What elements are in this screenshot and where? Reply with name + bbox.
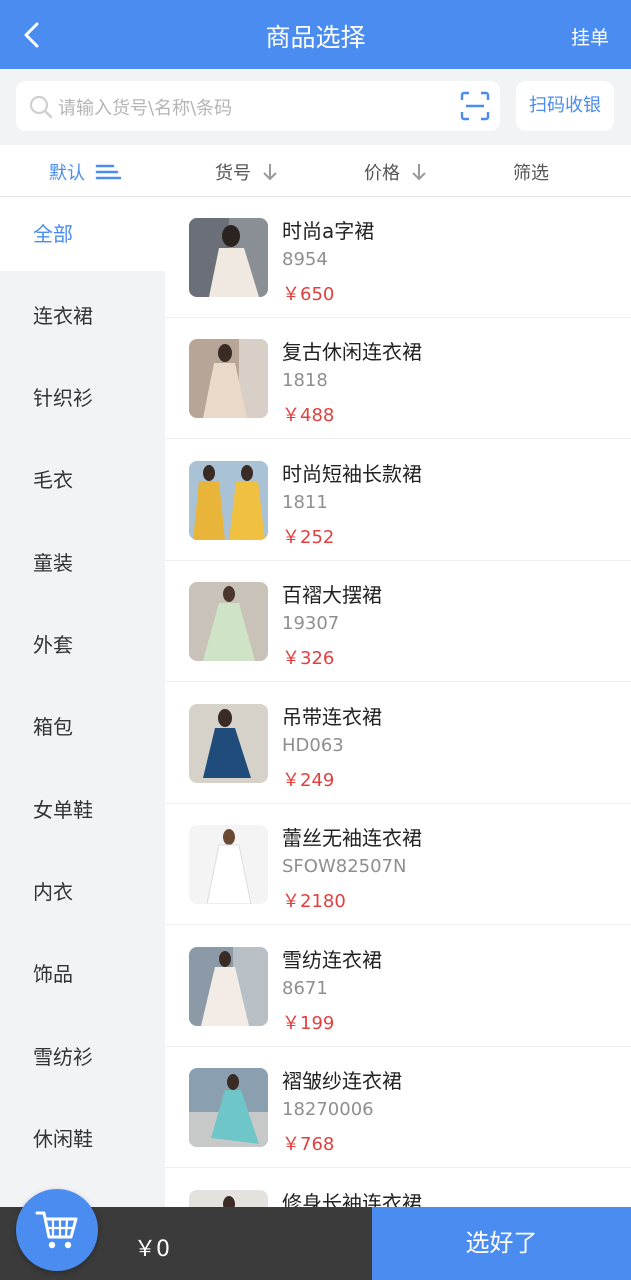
product-name: 雪纺连衣裙 (282, 948, 382, 972)
product-price: ￥326 (282, 648, 335, 669)
product-image (189, 218, 268, 297)
cart-button[interactable] (16, 1189, 98, 1271)
product-item[interactable]: 雪纺连衣裙 8671 ￥199 (165, 926, 631, 1047)
category-item[interactable]: 针织衫 (0, 361, 165, 435)
category-item[interactable]: 外套 (0, 608, 165, 682)
product-item[interactable]: 蕾丝无袖连衣裙 SFOW82507N ￥2180 (165, 804, 631, 925)
product-item[interactable]: 时尚短袖长款裙 1811 ￥252 (165, 440, 631, 561)
search-input[interactable]: 请输入货号\名称\条码 (16, 81, 500, 131)
category-item[interactable]: 童装 (0, 526, 165, 600)
product-code: HD063 (282, 735, 344, 756)
product-price: ￥249 (282, 770, 335, 791)
hold-order-button[interactable]: 挂单 (571, 23, 609, 50)
sort-price-label: 价格 (364, 163, 400, 184)
product-image (189, 461, 268, 540)
category-item[interactable]: 休闲鞋 (0, 1102, 165, 1176)
confirm-selection-button[interactable]: 选好了 (372, 1207, 631, 1280)
product-image (189, 825, 268, 904)
product-name: 时尚短袖长款裙 (282, 462, 422, 486)
product-code: 1811 (282, 492, 328, 513)
product-code: 19307 (282, 613, 340, 634)
product-item[interactable]: 褶皱纱连衣裙 18270006 ￥768 (165, 1047, 631, 1168)
app-header: 商品选择 挂单 (0, 0, 631, 69)
sort-by-price[interactable]: 价格 (364, 159, 428, 185)
product-name: 复古休闲连衣裙 (282, 340, 422, 364)
scan-checkout-button[interactable]: 扫码收银 (516, 81, 614, 131)
product-code: 8954 (282, 249, 328, 270)
category-item[interactable]: 毛衣 (0, 443, 165, 517)
sort-default[interactable]: 默认 (49, 159, 121, 185)
product-price: ￥768 (282, 1134, 335, 1155)
search-icon (29, 95, 53, 119)
product-item[interactable]: 修身长袖连衣裙 (165, 1169, 631, 1207)
product-image (189, 1068, 268, 1147)
category-item[interactable]: 全部 (0, 197, 165, 271)
category-item[interactable]: 连衣裙 (0, 279, 165, 353)
product-price: ￥252 (282, 527, 335, 548)
product-item[interactable]: 百褶大摆裙 19307 ￥326 (165, 561, 631, 682)
category-sidebar: 全部 连衣裙 针织衫 毛衣 童装 外套 箱包 女单鞋 内衣 饰品 雪纺衫 休闲鞋 (0, 197, 165, 1207)
arrow-down-icon (412, 164, 426, 181)
product-name: 蕾丝无袖连衣裙 (282, 826, 422, 850)
product-price: ￥488 (282, 405, 335, 426)
product-name: 吊带连衣裙 (282, 705, 382, 729)
product-image (189, 704, 268, 783)
product-name: 修身长袖连衣裙 (282, 1191, 422, 1207)
product-item[interactable]: 吊带连衣裙 HD063 ￥249 (165, 683, 631, 804)
product-code: 18270006 (282, 1099, 374, 1120)
product-item[interactable]: 时尚a字裙 8954 ￥650 (165, 197, 631, 318)
search-bar: 请输入货号\名称\条码 扫码收银 (0, 69, 631, 145)
arrow-down-icon (263, 164, 277, 181)
category-item[interactable]: 内衣 (0, 855, 165, 929)
product-image (189, 339, 268, 418)
category-item[interactable]: 女单鞋 (0, 773, 165, 847)
sort-lines-icon (95, 164, 121, 180)
category-item[interactable]: 箱包 (0, 690, 165, 764)
cart-icon (35, 1211, 78, 1249)
product-price: ￥2180 (282, 891, 346, 912)
scan-icon[interactable] (460, 91, 490, 121)
product-name: 时尚a字裙 (282, 219, 375, 243)
category-item[interactable]: 雪纺衫 (0, 1020, 165, 1094)
product-item[interactable]: 复古休闲连衣裙 1818 ￥488 (165, 318, 631, 439)
product-code: 8671 (282, 978, 328, 999)
product-price: ￥650 (282, 284, 335, 305)
search-placeholder: 请输入货号\名称\条码 (58, 98, 233, 119)
product-image (189, 582, 268, 661)
cart-total: ￥0 (134, 1237, 170, 1262)
sort-default-label: 默认 (49, 163, 85, 184)
product-name: 百褶大摆裙 (282, 583, 382, 607)
filter-button[interactable]: 筛选 (513, 159, 549, 185)
product-image (189, 947, 268, 1026)
product-name: 褶皱纱连衣裙 (282, 1069, 402, 1093)
category-item[interactable]: 饰品 (0, 937, 165, 1011)
sort-code-label: 货号 (215, 163, 251, 184)
filter-label: 筛选 (513, 163, 549, 184)
page-title: 商品选择 (265, 23, 366, 52)
product-price: ￥199 (282, 1013, 335, 1034)
sort-bar: 默认 货号 价格 筛选 (0, 145, 631, 197)
product-code: SFOW82507N (282, 856, 407, 877)
product-list: 时尚a字裙 8954 ￥650 复古休闲连衣裙 1818 ￥488 时尚短袖长款… (165, 197, 631, 1207)
product-code: 1818 (282, 370, 328, 391)
sort-by-code[interactable]: 货号 (215, 159, 279, 185)
product-image (189, 1190, 268, 1207)
